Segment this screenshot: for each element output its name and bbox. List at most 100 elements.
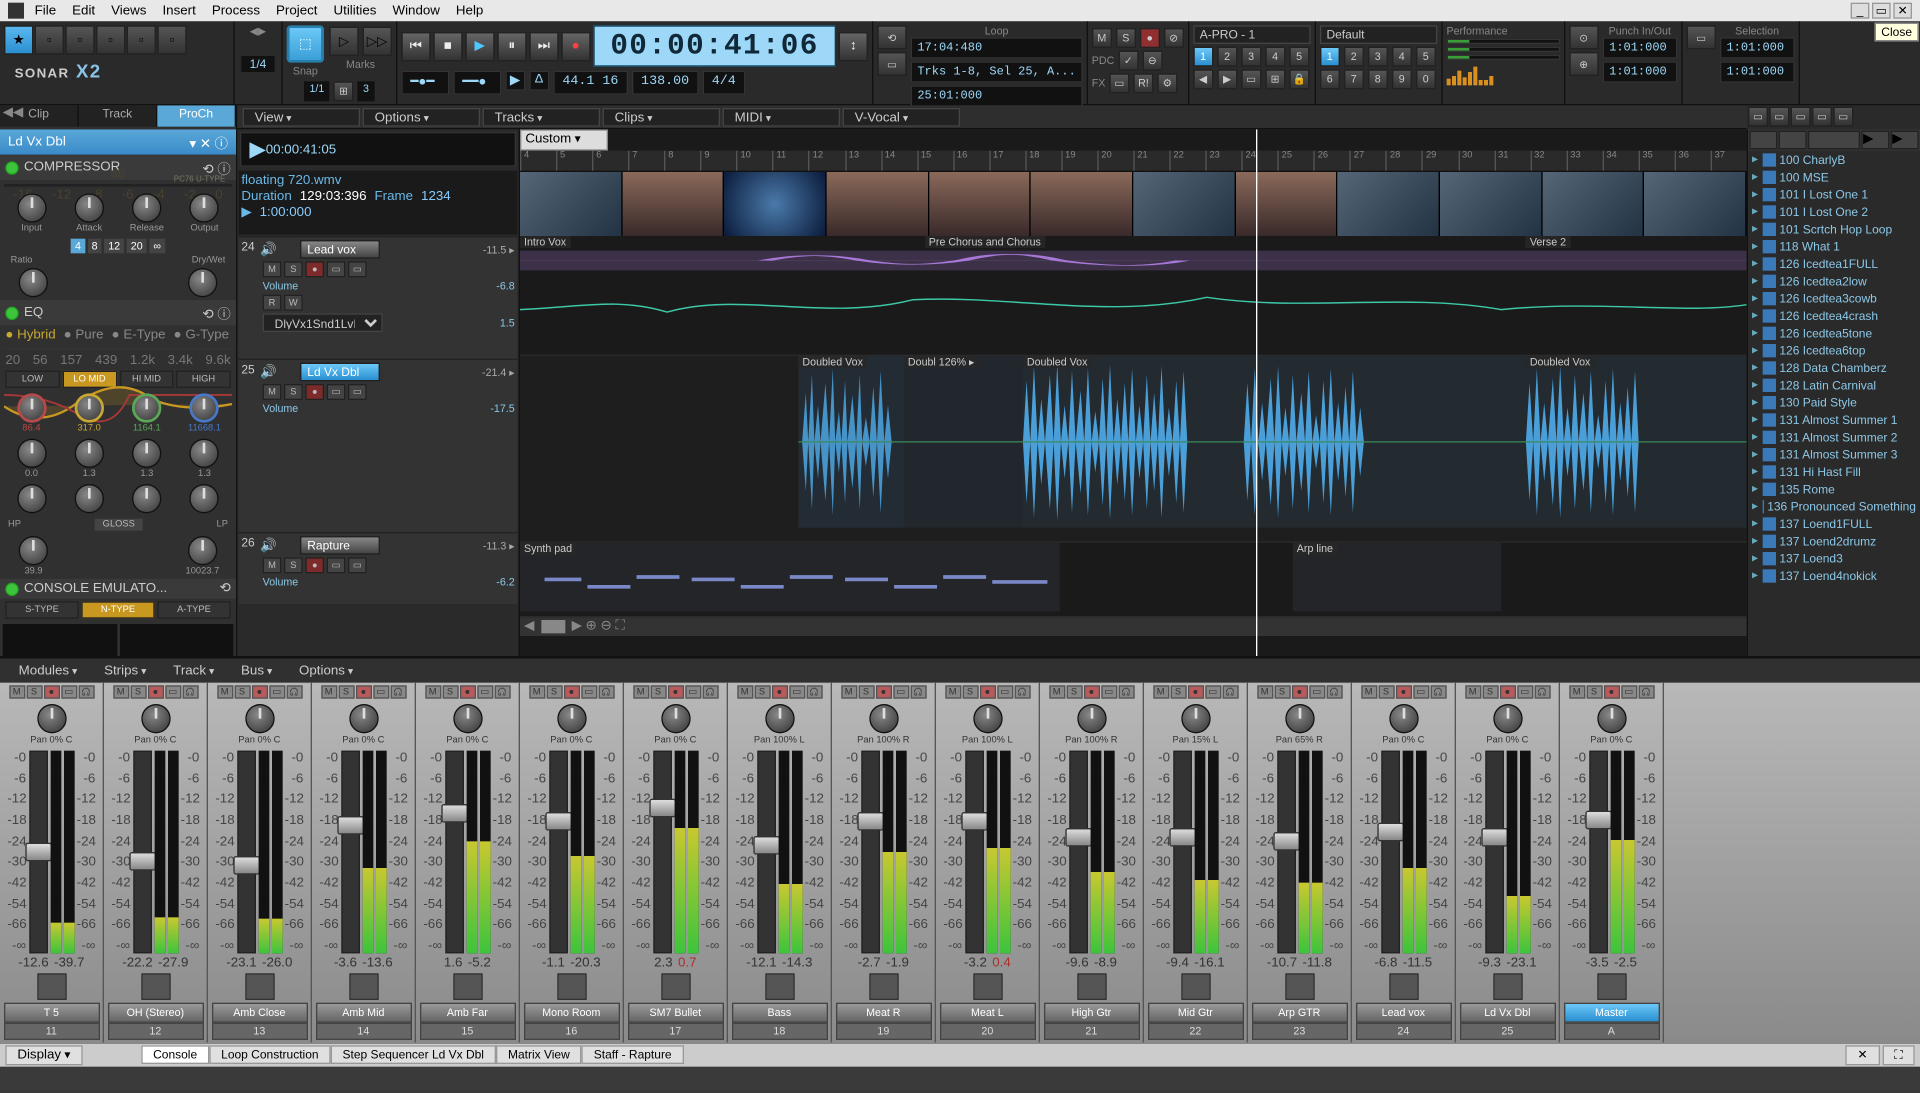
ffwd-button[interactable]: ⏭ — [529, 31, 558, 60]
browser-item[interactable]: 126 Icedtea2low — [1748, 272, 1920, 289]
strip-name[interactable]: Meat R — [835, 1003, 931, 1023]
track-icon[interactable] — [1493, 973, 1522, 1000]
clips-area[interactable]: Custom ▾ 4567891011121314151617181920212… — [520, 129, 1747, 656]
now-time[interactable]: ▶ 00:00:41:05 — [240, 132, 516, 167]
track-icon[interactable] — [1285, 973, 1314, 1000]
strip-name[interactable]: Bass — [731, 1003, 827, 1023]
fader[interactable] — [861, 751, 880, 954]
pause-button[interactable]: ⏸ — [497, 31, 526, 60]
pan-knob[interactable] — [1389, 704, 1418, 733]
browser-item[interactable]: 126 Icedtea3cowb — [1748, 289, 1920, 306]
tool-edit[interactable]: ▫ — [96, 25, 125, 54]
menu-views[interactable]: Views — [103, 2, 154, 19]
loop-end[interactable]: 25:01:000 — [911, 85, 1083, 106]
controller-select[interactable]: A-PRO - 1 — [1193, 25, 1310, 44]
browser-item[interactable]: 100 MSE — [1748, 168, 1920, 185]
browser-item[interactable]: 130 Paid Style — [1748, 393, 1920, 410]
trackmenu-tracks[interactable]: Tracks — [483, 107, 600, 126]
marks-button[interactable]: ▷ — [329, 27, 358, 56]
pan-knob[interactable] — [1493, 704, 1522, 733]
strip-name[interactable]: Ld Vx Dbl — [1459, 1003, 1555, 1023]
bottom-tab-4[interactable]: Staff - Rapture — [582, 1045, 684, 1064]
browser-item[interactable]: 131 Hi Hast Fill — [1748, 463, 1920, 480]
inspector-track-name[interactable]: Ld Vx Dbl▾ ✕ ⓘ — [0, 129, 236, 154]
browser-item[interactable]: 128 Latin Carnival — [1748, 376, 1920, 393]
now-time-big[interactable]: 00:00:41:06 — [593, 25, 836, 66]
pan-knob[interactable] — [1597, 704, 1626, 733]
time-ruler[interactable]: 4567891011121314151617181920212223242526… — [520, 151, 1747, 172]
pan-knob[interactable] — [765, 704, 794, 733]
lane-rapture[interactable]: Synth padArp line — [520, 543, 1747, 618]
arm-all[interactable]: ● — [1140, 28, 1160, 48]
selection-toggle[interactable]: ▭ — [1686, 25, 1715, 49]
pan-knob[interactable] — [453, 704, 482, 733]
browser-item[interactable]: 101 I Lost One 2 — [1748, 203, 1920, 220]
fader[interactable] — [29, 751, 48, 954]
timeline-scrollbar[interactable]: ◀▶ ⊕ ⊖ ⛶ — [520, 617, 1747, 636]
bottom-tab-0[interactable]: Console — [141, 1045, 209, 1064]
browser-item[interactable]: 137 Loend2drumz — [1748, 532, 1920, 549]
trackmenu-clips[interactable]: Clips — [603, 107, 720, 126]
punch-in[interactable]: 1:01:000 — [1602, 37, 1677, 58]
track-header-25[interactable]: 25🔊 Ld Vx Dbl -21.4 ▸ MS●▭▭ Volume -17.5 — [239, 359, 518, 532]
pan-knob[interactable] — [245, 704, 274, 733]
release-knob[interactable] — [132, 193, 161, 222]
track-icon[interactable] — [1389, 973, 1418, 1000]
track-icon[interactable] — [245, 973, 274, 1000]
selection-from[interactable]: 1:01:000 — [1720, 37, 1795, 58]
browser-item[interactable]: 137 Loend1FULL — [1748, 515, 1920, 532]
pan-knob[interactable] — [141, 704, 170, 733]
track-icon[interactable] — [37, 973, 66, 1000]
marks-button-2[interactable]: ▷▷ — [362, 27, 391, 56]
menu-utilities[interactable]: Utilities — [325, 2, 384, 19]
trackmenu-view[interactable]: View — [243, 107, 360, 126]
track-header-26[interactable]: 26🔊 Rapture -11.3 ▸ MS●▭▭ Volume -6.2 — [239, 532, 518, 604]
menu-edit[interactable]: Edit — [64, 2, 103, 19]
track-icon[interactable] — [349, 973, 378, 1000]
track-icon[interactable] — [869, 973, 898, 1000]
power-icon[interactable] — [5, 306, 18, 319]
menu-file[interactable]: File — [27, 2, 64, 19]
power-icon[interactable] — [5, 582, 18, 595]
rtz-button[interactable]: ⏮ — [401, 31, 430, 60]
strip-name[interactable]: OH (Stereo) — [107, 1003, 203, 1023]
inspector-tab-proch[interactable]: ProCh — [157, 105, 236, 126]
strip-name[interactable]: Amb Far — [419, 1003, 515, 1023]
browser-item[interactable]: 118 What 1 — [1748, 237, 1920, 254]
menu-project[interactable]: Project — [268, 2, 325, 19]
browser-item[interactable]: 126 Icedtea5tone — [1748, 324, 1920, 341]
record-button[interactable]: ● — [561, 31, 590, 60]
fader[interactable] — [1381, 751, 1400, 954]
strip-name[interactable]: SM7 Bullet — [627, 1003, 723, 1023]
tempo[interactable]: 138.00 — [632, 71, 699, 95]
trackmenu-options[interactable]: Options — [363, 107, 480, 126]
browser-item[interactable]: 101 Scrtch Hop Loop — [1748, 220, 1920, 237]
pan-knob[interactable] — [1285, 704, 1314, 733]
strip-name[interactable]: T 5 — [3, 1003, 99, 1023]
track-icon[interactable] — [1077, 973, 1106, 1000]
track-icon[interactable] — [973, 973, 1002, 1000]
track-icon[interactable] — [661, 973, 690, 1000]
fader[interactable] — [1277, 751, 1296, 954]
fader[interactable] — [549, 751, 568, 954]
pan-knob[interactable] — [869, 704, 898, 733]
input-knob[interactable] — [17, 193, 46, 222]
mute-all[interactable]: M — [1092, 28, 1112, 48]
console-menu-options[interactable]: Options — [286, 662, 367, 679]
menu-process[interactable]: Process — [204, 2, 268, 19]
pan-knob[interactable] — [557, 704, 586, 733]
track-icon[interactable] — [141, 973, 170, 1000]
eq-graph[interactable] — [3, 348, 234, 351]
bottom-tab-1[interactable]: Loop Construction — [209, 1045, 330, 1064]
strip-name[interactable]: High Gtr — [1043, 1003, 1139, 1023]
fader[interactable] — [133, 751, 152, 954]
strip-name[interactable]: Amb Close — [211, 1003, 307, 1023]
fader[interactable] — [653, 751, 672, 954]
tool-move[interactable]: ▫ — [65, 25, 94, 54]
solo-all[interactable]: S — [1116, 28, 1136, 48]
browser-item[interactable]: 128 Data Chamberz — [1748, 359, 1920, 376]
menu-insert[interactable]: Insert — [154, 2, 203, 19]
attack-knob[interactable] — [74, 193, 103, 222]
trackmenu-midi[interactable]: MIDI — [723, 107, 840, 126]
punch-set[interactable]: ⊕ — [1569, 52, 1598, 76]
